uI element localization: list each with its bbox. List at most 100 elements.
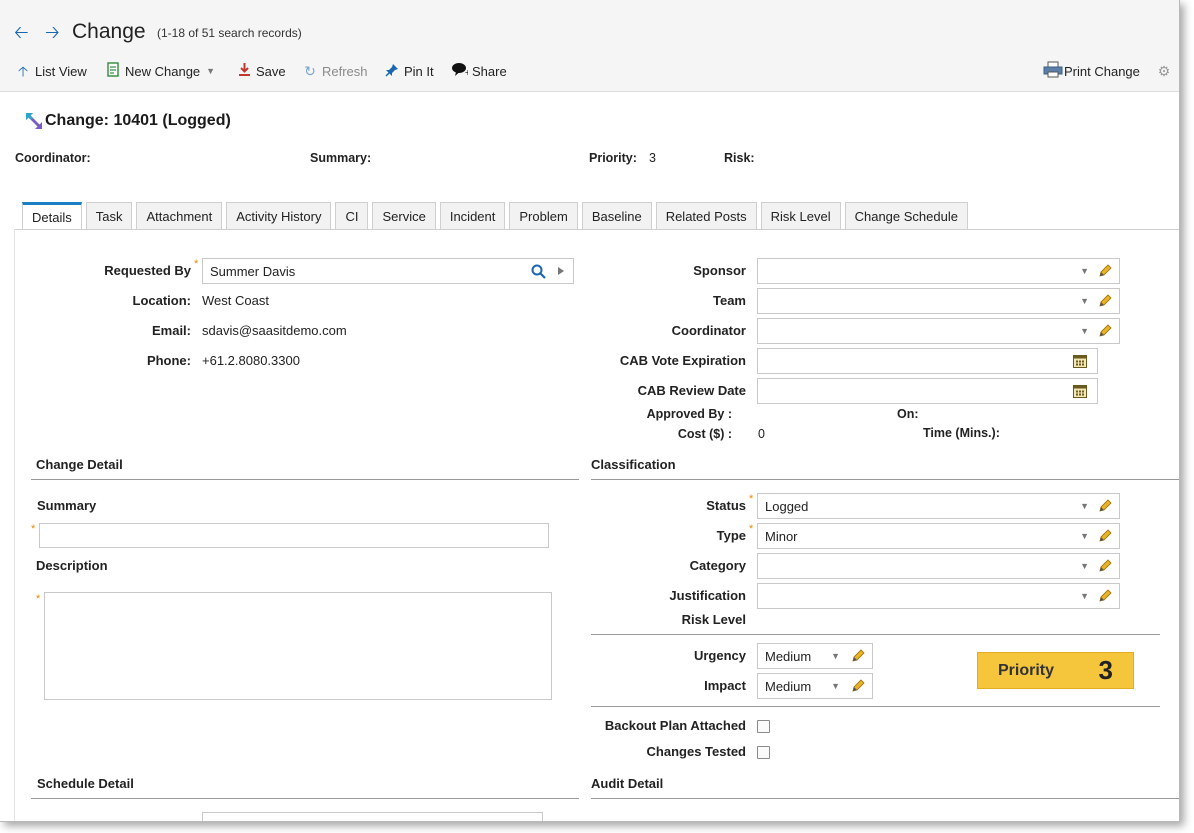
printer-icon [1043,61,1063,81]
requested-by-field[interactable]: Summer Davis [202,258,574,284]
required-marker: * [749,523,754,535]
back-arrow-icon[interactable]: 🡠 [14,22,29,42]
pencil-icon[interactable] [850,678,866,694]
risk-level-label: Risk Level [681,612,746,627]
tab-change-schedule[interactable]: Change Schedule [844,202,968,229]
status-dropdown[interactable]: Logged ▼ [757,493,1120,519]
tab-activity-history[interactable]: Activity History [226,202,332,229]
type-dropdown[interactable]: Minor ▼ [757,523,1120,549]
tab-baseline[interactable]: Baseline [581,202,652,229]
backout-plan-label: Backout Plan Attached [604,718,746,733]
tab-task[interactable]: Task [85,202,133,229]
chevron-down-icon: ▼ [1080,501,1089,511]
calendar-icon[interactable] [1072,383,1088,399]
cost-label: Cost ($) : [677,427,732,441]
pencil-icon[interactable] [1097,528,1113,544]
status-label: Status [706,498,746,513]
location-label: Location: [132,293,192,308]
pencil-icon[interactable] [1097,323,1113,339]
pin-icon [384,63,400,80]
pin-it-button[interactable]: Pin It [384,62,434,80]
pencil-icon[interactable] [1097,498,1113,514]
tab-service[interactable]: Service [372,202,436,229]
location-value: West Coast [202,293,269,308]
coordinator-dropdown[interactable]: ▼ [757,318,1120,344]
save-button[interactable]: Save [236,62,286,80]
description-textarea[interactable] [44,592,552,700]
category-dropdown[interactable]: ▼ [757,553,1120,579]
risk-meta-label: Risk: [724,151,755,165]
priority-badge-value: 3 [1098,655,1113,685]
section-divider [591,798,1179,799]
section-divider [31,798,579,799]
chevron-down-icon: ▼ [831,681,840,691]
impact-label: Impact [704,678,746,693]
settings-button[interactable]: ⚙ [1156,62,1176,80]
cab-vote-expiration-label: CAB Vote Expiration [619,353,746,368]
calendar-icon[interactable] [1072,353,1088,369]
section-divider [591,479,1179,480]
refresh-button[interactable]: ↻ Refresh [302,62,367,80]
audit-detail-heading: Audit Detail [591,776,664,791]
backout-plan-checkbox[interactable] [757,720,770,733]
justification-label: Justification [669,588,746,603]
changes-tested-checkbox[interactable] [757,746,770,759]
tab-incident[interactable]: Incident [439,202,506,229]
requested-by-label: Requested By [104,263,191,278]
chevron-down-icon: ▼ [831,651,840,661]
cab-review-date-field[interactable] [757,378,1098,404]
pencil-icon[interactable] [1097,588,1113,604]
required-marker: * [36,593,41,605]
sponsor-dropdown[interactable]: ▼ [757,258,1120,284]
cab-vote-expiration-field[interactable] [757,348,1098,374]
change-detail-heading: Change Detail [36,457,123,472]
summary-input[interactable] [39,523,549,548]
new-document-icon [105,62,121,80]
justification-dropdown[interactable]: ▼ [757,583,1120,609]
refresh-icon: ↻ [304,63,316,79]
forward-arrow-icon[interactable]: 🡢 [45,22,60,42]
description-label: Description [36,558,108,573]
priority-meta-label: Priority: [589,151,637,165]
pencil-icon[interactable] [1097,293,1113,309]
urgency-label: Urgency [693,648,746,663]
tab-attachment[interactable]: Attachment [136,202,223,229]
sponsor-label: Sponsor [693,263,746,278]
schedule-field[interactable] [202,812,543,821]
required-marker: * [31,523,36,535]
expand-arrow-icon[interactable] [558,267,564,275]
new-change-button[interactable]: New Change ▼ [105,62,215,80]
app-window: 🡠 🡢 Change (1-18 of 51 search records) 🡡… [0,0,1180,822]
pencil-icon[interactable] [850,648,866,664]
email-value: sdavis@saasitdemo.com [202,323,347,338]
cost-value: 0 [758,427,765,441]
pencil-icon[interactable] [1097,558,1113,574]
tab-bar: Details Task Attachment Activity History… [22,202,968,230]
classification-heading: Classification [591,457,676,472]
chevron-down-icon: ▼ [1080,266,1089,276]
search-icon[interactable] [531,264,546,279]
tab-ci[interactable]: CI [335,202,369,229]
phone-label: Phone: [146,353,191,368]
svg-text:+: + [465,68,469,77]
tab-problem[interactable]: Problem [509,202,578,229]
team-dropdown[interactable]: ▼ [757,288,1120,314]
tab-related-posts[interactable]: Related Posts [655,202,757,229]
changes-tested-label: Changes Tested [646,744,746,759]
coordinator-meta-label: Coordinator: [15,151,91,165]
print-change-button[interactable]: Print Change [1043,61,1140,81]
priority-badge-label: Priority [998,661,1055,679]
arrow-up-icon: 🡡 [17,63,29,79]
tab-divider [14,229,1179,230]
approved-by-label: Approved By : [646,407,732,421]
list-view-button[interactable]: 🡡 List View [15,62,87,80]
share-bubble-icon: + [452,62,471,80]
urgency-dropdown[interactable]: Medium ▼ [757,643,873,669]
share-button[interactable]: + Share [452,62,507,80]
chevron-down-icon: ▼ [1080,326,1089,336]
impact-dropdown[interactable]: Medium ▼ [757,673,873,699]
pencil-icon[interactable] [1097,263,1113,279]
tab-details[interactable]: Details [22,202,82,230]
tab-risk-level[interactable]: Risk Level [760,202,841,229]
chevron-down-icon: ▼ [1080,531,1089,541]
